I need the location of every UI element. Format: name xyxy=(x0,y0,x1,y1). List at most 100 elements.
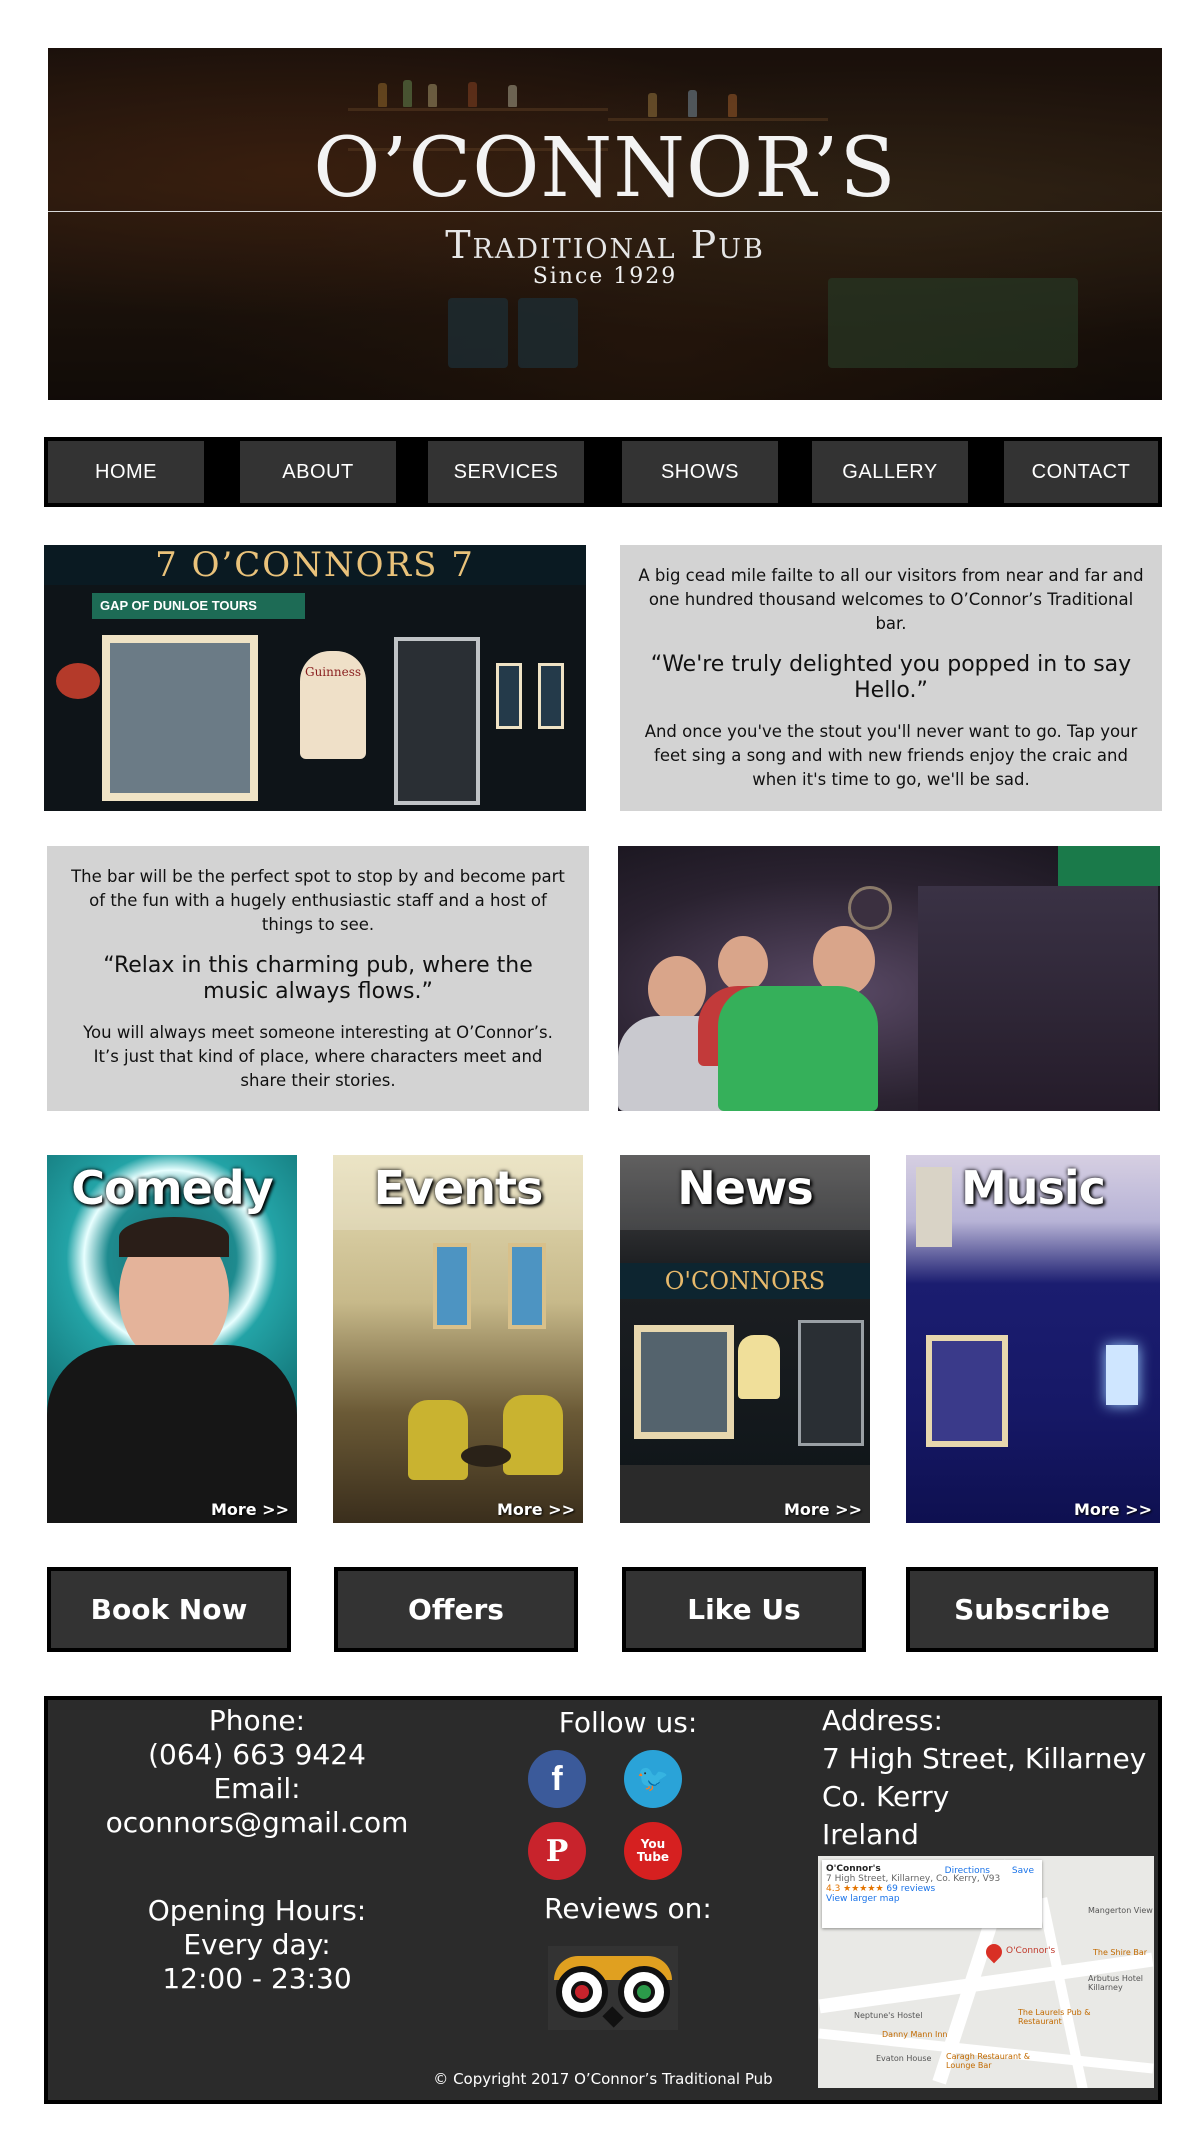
card-title: Events xyxy=(373,1161,544,1215)
nav-home[interactable]: HOME xyxy=(48,441,204,503)
plaque-text: Guinness xyxy=(304,665,362,679)
email-label: Email: xyxy=(213,1772,301,1805)
welcome-text-block: A big cead mile failte to all our visito… xyxy=(620,545,1162,811)
storefront-sign: 7 O’CONNORS 7 xyxy=(44,545,586,585)
poster xyxy=(538,663,564,729)
nav-gallery[interactable]: GALLERY xyxy=(812,441,968,503)
bar-back xyxy=(918,886,1158,1111)
reviews-label: Reviews on: xyxy=(544,1892,712,1925)
phone-label: Phone: xyxy=(208,1704,306,1737)
storefront-window xyxy=(102,635,258,801)
green-light xyxy=(1058,846,1160,886)
welcome-quote: “We're truly delighted you popped in to … xyxy=(650,652,1132,703)
person xyxy=(648,956,706,1022)
bar-text-block: The bar will be the perfect spot to stop… xyxy=(47,846,589,1111)
poster xyxy=(496,663,522,729)
music-card[interactable]: Music More >> xyxy=(906,1155,1160,1523)
more-link[interactable]: More >> xyxy=(1074,1500,1152,1519)
copyright: © Copyright 2017 O’Connor’s Traditional … xyxy=(433,2070,773,2088)
map-info-card: O'Connor's 7 High Street, Killarney, Co.… xyxy=(822,1860,1042,1928)
tripadvisor-icon[interactable] xyxy=(548,1946,678,2030)
nav-contact[interactable]: CONTACT xyxy=(1004,441,1158,503)
map-rating: 4.3 ★★★★★ xyxy=(826,1884,884,1894)
events-card[interactable]: Events More >> xyxy=(333,1155,583,1523)
storefront-door xyxy=(394,637,480,805)
location-map[interactable]: O'Connor's 7 High Street, Killarney, Co.… xyxy=(818,1856,1154,2088)
person xyxy=(718,986,878,1111)
map-label: Arbutus Hotel Killarney xyxy=(1088,1974,1144,1992)
beamish-sign xyxy=(56,663,100,699)
armchair xyxy=(503,1395,563,1475)
map-label: Evaton House xyxy=(876,2054,932,2063)
wall-clock xyxy=(848,886,892,930)
news-sign: O'CONNORS xyxy=(620,1263,870,1299)
stained-window xyxy=(508,1243,546,1329)
owl-beak xyxy=(602,2006,624,2028)
book-now-button[interactable]: Book Now xyxy=(47,1567,291,1652)
meet-paragraph: You will always meet someone interesting… xyxy=(83,1022,553,1090)
follow-label: Follow us: xyxy=(558,1706,698,1739)
youtube-icon[interactable]: You Tube xyxy=(624,1822,682,1880)
phone-number[interactable]: (064) 663 9424 xyxy=(62,1738,452,1772)
storefront-door xyxy=(798,1320,864,1446)
comedy-card[interactable]: Comedy More >> xyxy=(47,1155,297,1523)
bar-paragraph: The bar will be the perfect spot to stop… xyxy=(71,866,565,934)
pinterest-icon[interactable]: P xyxy=(528,1822,586,1880)
map-label: Caragh Restaurant & Lounge Bar xyxy=(946,2052,1030,2070)
comedian-shirt xyxy=(47,1345,297,1523)
guinness-plaque: Guinness xyxy=(300,651,366,759)
bar-crowd-photo xyxy=(618,846,1160,1111)
main-nav: HOME ABOUT SERVICES SHOWS GALLERY CONTAC… xyxy=(44,437,1162,507)
stained-window xyxy=(433,1243,471,1329)
site-title: O’CONNOR’S xyxy=(313,121,897,216)
hours-days: Every day: xyxy=(183,1928,331,1961)
map-directions[interactable]: Directions xyxy=(945,1866,990,1876)
map-label: Neptune's Hostel xyxy=(854,2011,923,2020)
news-card[interactable]: O'CONNORS News More >> xyxy=(620,1155,870,1523)
site-since: Since 1929 xyxy=(532,264,678,289)
owl-eye-left xyxy=(556,1966,608,2018)
nav-about[interactable]: ABOUT xyxy=(240,441,396,503)
owl-eye-right xyxy=(618,1966,670,2018)
hours-time: 12:00 - 23:30 xyxy=(162,1962,352,1995)
map-place: O'Connor's xyxy=(826,1864,881,1874)
storefront-window xyxy=(926,1335,1008,1447)
subscribe-button[interactable]: Subscribe xyxy=(906,1567,1158,1652)
stout-paragraph: And once you've the stout you'll never w… xyxy=(644,722,1138,789)
hero-banner: O’CONNOR’S Traditional Pub Since 1929 xyxy=(48,48,1162,400)
card-title: Comedy xyxy=(71,1161,273,1215)
nav-services[interactable]: SERVICES xyxy=(428,441,584,503)
storefront-window xyxy=(634,1325,734,1439)
bar-quote: “Relax in this charming pub, where the m… xyxy=(103,952,533,1004)
guinness-plaque xyxy=(738,1335,780,1399)
more-link[interactable]: More >> xyxy=(784,1500,862,1519)
nav-shows[interactable]: SHOWS xyxy=(622,441,778,503)
facebook-icon[interactable]: f xyxy=(528,1750,586,1808)
person xyxy=(718,936,768,992)
lit-window xyxy=(1106,1345,1138,1405)
more-link[interactable]: More >> xyxy=(211,1500,289,1519)
reviews-label-wrap: Reviews on: xyxy=(488,1892,768,1926)
address-column: Address: 7 High Street, Killarney Co. Ke… xyxy=(822,1702,1162,1854)
email-address[interactable]: oconnors@gmail.com xyxy=(62,1806,452,1840)
address-line1: 7 High Street, Killarney xyxy=(822,1742,1147,1775)
twitter-icon[interactable]: 🐦 xyxy=(624,1750,682,1808)
map-label: Danny Mann Inn xyxy=(882,2030,948,2039)
card-title: News xyxy=(677,1161,814,1215)
hours-label: Opening Hours: xyxy=(147,1894,367,1927)
more-link[interactable]: More >> xyxy=(497,1500,575,1519)
footer: Phone: (064) 663 9424 Email: oconnors@gm… xyxy=(44,1696,1162,2104)
map-reviews[interactable]: 69 reviews xyxy=(886,1884,935,1894)
map-label: Mangerton View xyxy=(1088,1906,1153,1915)
follow-label-wrap: Follow us: xyxy=(488,1706,768,1740)
like-us-button[interactable]: Like Us xyxy=(622,1567,866,1652)
map-save[interactable]: Save xyxy=(1012,1866,1034,1876)
map-label: The Laurels Pub & Restaurant xyxy=(1018,2008,1091,2026)
offers-button[interactable]: Offers xyxy=(334,1567,578,1652)
map-larger-link[interactable]: View larger map xyxy=(826,1894,1038,1904)
map-pin-label: O'Connor's xyxy=(1006,1946,1056,1956)
map-label: The Shire Bar xyxy=(1093,1948,1148,1957)
comedian-hair xyxy=(119,1217,229,1257)
site-subtitle: Traditional Pub xyxy=(445,223,765,267)
